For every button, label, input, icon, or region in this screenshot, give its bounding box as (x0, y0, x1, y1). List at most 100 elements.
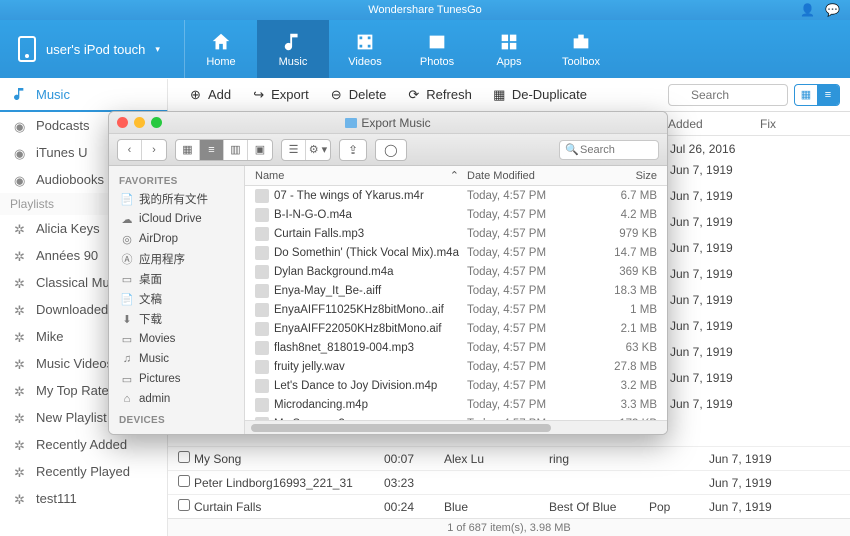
finder-file-row[interactable]: fruity jelly.wavToday, 4:57 PM27.8 MB (245, 357, 667, 376)
icon-view-icon[interactable]: ▦ (176, 140, 200, 160)
column-view-icon[interactable]: ▥ (224, 140, 248, 160)
device-selector[interactable]: user's iPod touch ▾ (0, 20, 185, 78)
forward-icon[interactable]: › (142, 140, 166, 160)
file-icon (255, 303, 269, 317)
finder-file-row[interactable]: Enya-May_It_Be-.aiffToday, 4:57 PM18.3 M… (245, 281, 667, 300)
col-name[interactable]: Name⌃ (245, 169, 467, 182)
main-nav: user's iPod touch ▾ Home Music Videos Ph… (0, 20, 850, 78)
view-mode-group[interactable]: ▦ ≡ ▥ ▣ (175, 139, 273, 161)
added-cell: Jun 7, 1919 (670, 319, 840, 345)
table-row[interactable]: Peter Lindborg16993_221_3103:23Jun 7, 19… (168, 470, 850, 494)
export-icon: ↪ (251, 87, 266, 102)
list-view-icon[interactable]: ≡ (200, 140, 224, 160)
device-icon (18, 36, 36, 62)
col-added[interactable]: Added (668, 117, 760, 131)
view-toggle[interactable]: ▦ ≡ (794, 84, 840, 106)
delete-button[interactable]: ⊖Delete (329, 87, 387, 102)
photos-icon (426, 31, 448, 53)
row-checkbox[interactable] (178, 475, 190, 487)
sidebar-playlist-item[interactable]: ✲Recently Played (0, 458, 167, 485)
finder-sidebar-item[interactable]: ♫Music (109, 349, 244, 369)
finder-file-row[interactable]: flash8net_818019-004.mp3Today, 4:57 PM63… (245, 338, 667, 357)
nav-photos[interactable]: Photos (401, 20, 473, 78)
feedback-icon[interactable]: 💬 (825, 0, 840, 20)
finder-sidebar-item[interactable]: Ⓐ应用程序 (109, 249, 244, 269)
sidebar-playlist-item[interactable]: ✲Recently Added (0, 431, 167, 458)
finder-sidebar-item[interactable]: ⬇下载 (109, 309, 244, 329)
file-icon (255, 341, 269, 355)
sidebar-category-music[interactable]: Music (0, 79, 168, 112)
nav-home[interactable]: Home (185, 20, 257, 78)
finder-file-row[interactable]: Let's Dance to Joy Division.m4pToday, 4:… (245, 376, 667, 395)
finder-devices-header: Devices (109, 409, 244, 428)
back-icon[interactable]: ‹ (118, 140, 142, 160)
finder-file-row[interactable]: Microdancing.m4pToday, 4:57 PM3.3 MB (245, 395, 667, 414)
nav-back-forward[interactable]: ‹› (117, 139, 167, 161)
table-row[interactable]: Curtain Falls00:24BlueBest Of BluePopJun… (168, 494, 850, 518)
file-icon (255, 379, 269, 393)
finder-file-row[interactable]: EnyaAIFF11025KHz8bitMono..aifToday, 4:57… (245, 300, 667, 319)
delete-icon: ⊖ (329, 87, 344, 102)
horizontal-scrollbar[interactable] (245, 420, 667, 434)
refresh-button[interactable]: ⟳Refresh (406, 87, 472, 102)
tags-button[interactable]: ◯ (375, 139, 406, 161)
added-cell: Jun 7, 1919 (670, 215, 840, 241)
nav-toolbox[interactable]: Toolbox (545, 20, 617, 78)
nav-apps[interactable]: Apps (473, 20, 545, 78)
search-input[interactable] (668, 84, 788, 106)
finder-titlebar[interactable]: Export Music (109, 112, 667, 134)
add-button[interactable]: ⊕Add (188, 87, 231, 102)
col-fix[interactable]: Fix (760, 117, 776, 131)
file-icon (255, 284, 269, 298)
finder-sidebar-item[interactable]: ▭桌面 (109, 269, 244, 289)
added-cell: Jun 7, 1919 (670, 241, 840, 267)
finder-file-list: Name⌃ Date Modified Size 07 - The wings … (245, 166, 667, 434)
gallery-view-icon[interactable]: ▣ (248, 140, 272, 160)
finder-sidebar-item[interactable]: ▭Pictures (109, 369, 244, 389)
finder-sidebar-item[interactable]: 📄文稿 (109, 289, 244, 309)
finder-file-row[interactable]: Curtain Falls.mp3Today, 4:57 PM979 KB (245, 224, 667, 243)
minimize-icon[interactable] (134, 117, 145, 128)
nav-videos[interactable]: Videos (329, 20, 401, 78)
finder-sidebar-item[interactable]: 📄我的所有文件 (109, 189, 244, 209)
file-icon (255, 322, 269, 336)
group-icon[interactable]: ☰ (282, 140, 306, 160)
chevron-down-icon: ▾ (155, 44, 160, 55)
col-size[interactable]: Size (597, 170, 667, 182)
app-title: Wondershare TunesGo (368, 4, 482, 16)
arrange-group[interactable]: ☰⚙︎ ▾ (281, 139, 331, 161)
user-icon[interactable]: 👤 (800, 0, 815, 20)
finder-sidebar-item[interactable]: ☁︎iCloud Drive (109, 209, 244, 229)
deduplicate-button[interactable]: ▦De-Duplicate (492, 87, 587, 102)
finder-title-text: Export Music (361, 116, 430, 130)
col-date[interactable]: Date Modified (467, 170, 597, 182)
finder-file-row[interactable]: Do Somethin' (Thick Vocal Mix).m4aToday,… (245, 243, 667, 262)
grid-view-icon[interactable]: ▦ (795, 85, 817, 105)
search-icon: 🔍 (565, 143, 579, 156)
list-view-icon[interactable]: ≡ (817, 85, 839, 105)
export-button[interactable]: ↪Export (251, 87, 309, 102)
finder-file-row[interactable]: 07 - The wings of Ykarus.m4rToday, 4:57 … (245, 186, 667, 205)
file-icon (255, 208, 269, 222)
videos-icon (354, 31, 376, 53)
row-checkbox[interactable] (178, 451, 190, 463)
share-button[interactable]: ⇪ (339, 139, 367, 161)
toolbox-icon (570, 31, 592, 53)
table-row[interactable]: My Song00:07Alex LuringJun 7, 1919 (168, 446, 850, 470)
gear-icon[interactable]: ⚙︎ ▾ (306, 140, 330, 160)
maximize-icon[interactable] (151, 117, 162, 128)
finder-file-row[interactable]: B-I-N-G-O.m4aToday, 4:57 PM4.2 MB (245, 205, 667, 224)
sidebar-playlist-item[interactable]: ✲test111 (0, 485, 167, 512)
nav-music[interactable]: Music (257, 20, 329, 78)
finder-toolbar: ‹› ▦ ≡ ▥ ▣ ☰⚙︎ ▾ ⇪ ◯ 🔍 (109, 134, 667, 166)
row-checkbox[interactable] (178, 499, 190, 511)
file-icon (255, 227, 269, 241)
added-cell: Jun 7, 1919 (670, 267, 840, 293)
finder-sidebar-item[interactable]: ▭Movies (109, 329, 244, 349)
finder-file-row[interactable]: Dylan Background.m4aToday, 4:57 PM369 KB (245, 262, 667, 281)
device-name: user's iPod touch (46, 42, 145, 57)
finder-sidebar-item[interactable]: ◎AirDrop (109, 229, 244, 249)
close-icon[interactable] (117, 117, 128, 128)
finder-file-row[interactable]: EnyaAIFF22050KHz8bitMono.aifToday, 4:57 … (245, 319, 667, 338)
finder-sidebar-item[interactable]: ⌂admin (109, 389, 244, 409)
